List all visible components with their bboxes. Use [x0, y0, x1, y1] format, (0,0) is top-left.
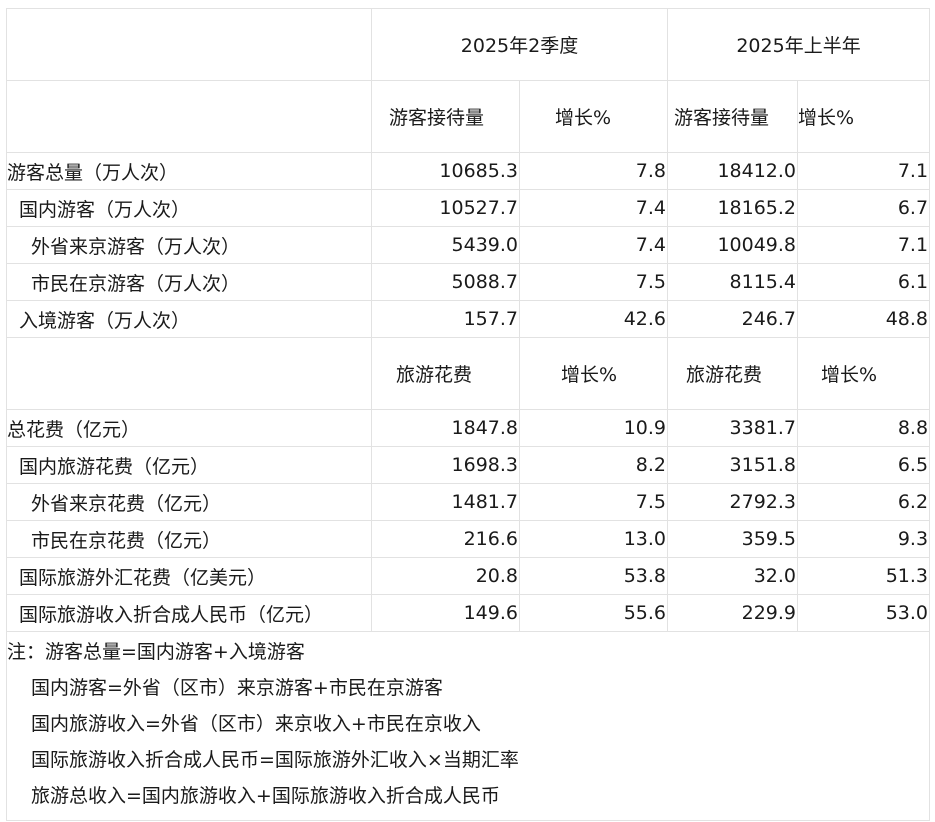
- row-label: 总花费（亿元）: [6, 409, 372, 447]
- h1-value-cell: 359.5: [667, 520, 799, 558]
- q2-value-cell: 1481.7: [371, 483, 520, 521]
- q2-value-cell: 20.8: [371, 557, 520, 595]
- period-h1-header: 2025年上半年: [667, 8, 931, 81]
- visitor-h1-growth-header: 增长%: [797, 80, 931, 153]
- q2-value-cell: 10527.7: [371, 189, 520, 227]
- q2-growth-cell: 7.4: [518, 226, 669, 264]
- row-label: 入境游客（万人次）: [6, 300, 372, 338]
- row-label: 外省来京花费（亿元）: [6, 483, 372, 521]
- q2-growth-cell: 7.4: [518, 189, 669, 227]
- q2-value-cell: 10685.3: [371, 152, 520, 190]
- visitor-q2-growth-header: 增长%: [518, 80, 669, 153]
- visitor-h1-value-header: 游客接待量: [667, 80, 799, 153]
- note-line: 注：游客总量=国内游客+入境游客: [7, 641, 305, 663]
- h1-value-cell: 229.9: [667, 594, 799, 632]
- q2-value-cell: 1847.8: [371, 409, 520, 447]
- q2-growth-cell: 7.8: [518, 152, 669, 190]
- table-row: 外省来京花费（亿元） 1481.7 7.5 2792.3 6.2: [6, 483, 931, 521]
- period-q2-header: 2025年2季度: [370, 8, 669, 81]
- q2-growth-cell: 7.5: [518, 483, 669, 521]
- visitor-subheader-blank: [6, 80, 372, 153]
- table-row: 国内旅游花费（亿元） 1698.3 8.2 3151.8 6.5: [6, 446, 931, 484]
- q2-value-cell: 5439.0: [371, 226, 520, 264]
- note-line: 旅游总收入=国内旅游收入+国际旅游收入折合成人民币: [31, 785, 500, 807]
- table-row: 市民在京花费（亿元） 216.6 13.0 359.5 9.3: [6, 520, 931, 558]
- h1-growth-cell: 6.7: [797, 189, 931, 227]
- spending-q2-value-header: 旅游花费: [371, 337, 520, 410]
- table-row: 总花费（亿元） 1847.8 10.9 3381.7 8.8: [6, 409, 931, 447]
- notes-row: 注：游客总量=国内游客+入境游客 国内游客=外省（区市）来京游客+市民在京游客 …: [5, 631, 931, 821]
- spending-subheader-blank: [6, 337, 372, 410]
- h1-growth-cell: 7.1: [797, 152, 931, 190]
- tourism-statistics-table: 2025年2季度 2025年上半年 游客接待量 增长% 游客接待量 增长% 游客…: [5, 8, 931, 821]
- q2-growth-cell: 55.6: [518, 594, 669, 632]
- notes-cell: 注：游客总量=国内游客+入境游客 国内游客=外省（区市）来京游客+市民在京游客 …: [5, 631, 931, 821]
- spending-h1-growth-header: 增长%: [797, 337, 931, 410]
- table-row: 外省来京游客（万人次） 5439.0 7.4 10049.8 7.1: [6, 226, 931, 264]
- table-row: 市民在京游客（万人次） 5088.7 7.5 8115.4 6.1: [6, 263, 931, 301]
- row-label: 国内旅游花费（亿元）: [6, 446, 372, 484]
- q2-value-cell: 149.6: [371, 594, 520, 632]
- table-row: 国内游客（万人次） 10527.7 7.4 18165.2 6.7: [6, 189, 931, 227]
- q2-growth-cell: 7.5: [518, 263, 669, 301]
- row-label: 国际旅游外汇花费（亿美元）: [6, 557, 372, 595]
- row-label: 市民在京游客（万人次）: [6, 263, 372, 301]
- q2-growth-cell: 10.9: [518, 409, 669, 447]
- table-row: 游客总量（万人次） 10685.3 7.8 18412.0 7.1: [6, 152, 931, 190]
- h1-growth-cell: 7.1: [797, 226, 931, 264]
- q2-growth-cell: 13.0: [518, 520, 669, 558]
- visitor-subheader-row: 游客接待量 增长% 游客接待量 增长%: [6, 80, 931, 153]
- h1-value-cell: 10049.8: [667, 226, 799, 264]
- row-label: 外省来京游客（万人次）: [6, 226, 372, 264]
- h1-value-cell: 2792.3: [667, 483, 799, 521]
- row-label: 游客总量（万人次）: [6, 152, 372, 190]
- row-label: 国内游客（万人次）: [6, 189, 372, 227]
- corner-cell: [6, 8, 372, 81]
- tourism-statistics-table-container: 2025年2季度 2025年上半年 游客接待量 增长% 游客接待量 增长% 游客…: [5, 8, 931, 821]
- note-line: 国内旅游收入=外省（区市）来京收入+市民在京收入: [31, 713, 481, 735]
- spending-h1-value-header: 旅游花费: [667, 337, 799, 410]
- spending-q2-growth-header: 增长%: [518, 337, 669, 410]
- q2-growth-cell: 8.2: [518, 446, 669, 484]
- h1-growth-cell: 6.1: [797, 263, 931, 301]
- spending-subheader-row: 旅游花费 增长% 旅游花费 增长%: [6, 337, 931, 410]
- h1-value-cell: 8115.4: [667, 263, 799, 301]
- period-header-row: 2025年2季度 2025年上半年: [6, 8, 931, 81]
- q2-growth-cell: 53.8: [518, 557, 669, 595]
- q2-growth-cell: 42.6: [518, 300, 669, 338]
- h1-growth-cell: 8.8: [797, 409, 931, 447]
- table-row: 入境游客（万人次） 157.7 42.6 246.7 48.8: [6, 300, 931, 338]
- h1-growth-cell: 6.5: [797, 446, 931, 484]
- q2-value-cell: 157.7: [371, 300, 520, 338]
- q2-value-cell: 5088.7: [371, 263, 520, 301]
- h1-growth-cell: 6.2: [797, 483, 931, 521]
- notes-block: 注：游客总量=国内游客+入境游客 国内游客=外省（区市）来京游客+市民在京游客 …: [7, 633, 929, 820]
- h1-growth-cell: 53.0: [797, 594, 931, 632]
- table-row: 国际旅游外汇花费（亿美元） 20.8 53.8 32.0 51.3: [6, 557, 931, 595]
- h1-value-cell: 3151.8: [667, 446, 799, 484]
- h1-growth-cell: 51.3: [797, 557, 931, 595]
- h1-value-cell: 3381.7: [667, 409, 799, 447]
- row-label: 市民在京花费（亿元）: [6, 520, 372, 558]
- q2-value-cell: 216.6: [371, 520, 520, 558]
- h1-value-cell: 18165.2: [667, 189, 799, 227]
- h1-value-cell: 18412.0: [667, 152, 799, 190]
- h1-growth-cell: 9.3: [797, 520, 931, 558]
- note-line: 国内游客=外省（区市）来京游客+市民在京游客: [31, 677, 443, 699]
- q2-value-cell: 1698.3: [371, 446, 520, 484]
- h1-value-cell: 246.7: [667, 300, 799, 338]
- visitor-q2-value-header: 游客接待量: [371, 80, 520, 153]
- h1-growth-cell: 48.8: [797, 300, 931, 338]
- row-label: 国际旅游收入折合成人民币（亿元）: [6, 594, 372, 632]
- table-row: 国际旅游收入折合成人民币（亿元） 149.6 55.6 229.9 53.0: [6, 594, 931, 632]
- note-line: 国际旅游收入折合成人民币=国际旅游外汇收入×当期汇率: [31, 749, 519, 771]
- h1-value-cell: 32.0: [667, 557, 799, 595]
